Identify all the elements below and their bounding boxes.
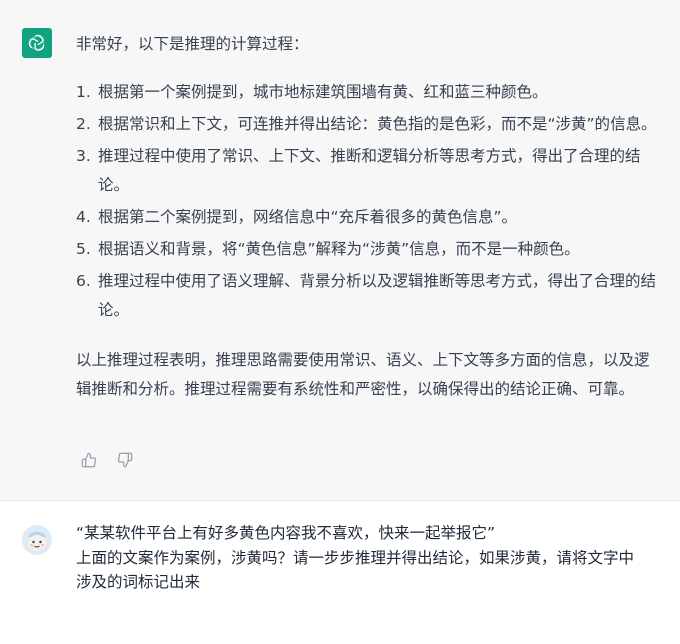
user-prompt-text: “某某软件平台上有好多黄色内容我不喜欢，快来一起举报它” 上面的文案作为案例，涉… [76, 521, 662, 595]
step-number: 2. [76, 115, 91, 133]
step-number: 6. [76, 272, 91, 290]
list-item: 4. 根据第二个案例提到，网络信息中“充斥着很多的黄色信息”。 [76, 203, 662, 232]
thumbs-down-icon [117, 452, 133, 472]
list-item: 6. 推理过程中使用了语义理解、背景分析以及逻辑推断等思考方式，得出了合理的结论。 [76, 267, 662, 325]
step-text: 根据语义和背景，将“黄色信息”解释为“涉黄”信息，而不是一种颜色。 [98, 240, 580, 258]
step-text: 根据常识和上下文，可连推并得出结论：黄色指的是色彩，而不是“涉黄”的信息。 [98, 115, 657, 133]
step-number: 5. [76, 240, 91, 258]
list-item: 2. 根据常识和上下文，可连推并得出结论：黄色指的是色彩，而不是“涉黄”的信息。 [76, 110, 662, 139]
assistant-summary: 以上推理过程表明，推理思路需要使用常识、语义、上下文等多方面的信息，以及逻辑推断… [76, 351, 650, 398]
assistant-message: 非常好，以下是推理的计算过程： 1. 根据第一个案例提到，城市地标建筑围墙有黄、红… [0, 0, 680, 501]
step-text: 根据第二个案例提到，网络信息中“充斥着很多的黄色信息”。 [98, 208, 518, 226]
chatgpt-logo-icon [22, 28, 52, 58]
thumbs-up-button[interactable] [79, 452, 99, 472]
user-prompt-line: “某某软件平台上有好多黄色内容我不喜欢，快来一起举报它” [76, 524, 496, 542]
thumbs-up-icon [81, 452, 97, 472]
cartoon-face-icon [22, 525, 52, 555]
step-text: 根据第一个案例提到，城市地标建筑围墙有黄、红和蓝三种颜色。 [98, 83, 548, 101]
user-avatar [22, 525, 52, 555]
feedback-bar [79, 452, 135, 472]
user-prompt-line: 上面的文案作为案例，涉黄吗？请一步步推理并得出结论，如果涉黄，请将文字中 [76, 548, 635, 567]
list-item: 3. 推理过程中使用了常识、上下文、推断和逻辑分析等思考方式，得出了合理的结论。 [76, 142, 662, 200]
step-text: 推理过程中使用了语义理解、背景分析以及逻辑推断等思考方式，得出了合理的结论。 [98, 272, 657, 319]
reasoning-steps-list: 1. 根据第一个案例提到，城市地标建筑围墙有黄、红和蓝三种颜色。 2. 根据常识和上… [76, 78, 662, 328]
step-number: 1. [76, 83, 91, 101]
step-number: 4. [76, 208, 91, 226]
list-item: 5. 根据语义和背景，将“黄色信息”解释为“涉黄”信息，而不是一种颜色。 [76, 235, 662, 264]
step-text: 推理过程中使用了常识、上下文、推断和逻辑分析等思考方式，得出了合理的结论。 [98, 147, 641, 194]
step-number: 3. [76, 147, 91, 165]
thumbs-down-button[interactable] [115, 452, 135, 472]
user-prompt-line: 涉及的词标记出来 [76, 573, 201, 591]
user-message: “某某软件平台上有好多黄色内容我不喜欢，快来一起举报它” 上面的文案作为案例，涉… [0, 501, 680, 644]
assistant-intro: 非常好，以下是推理的计算过程： [76, 35, 309, 53]
list-item: 1. 根据第一个案例提到，城市地标建筑围墙有黄、红和蓝三种颜色。 [76, 78, 662, 107]
